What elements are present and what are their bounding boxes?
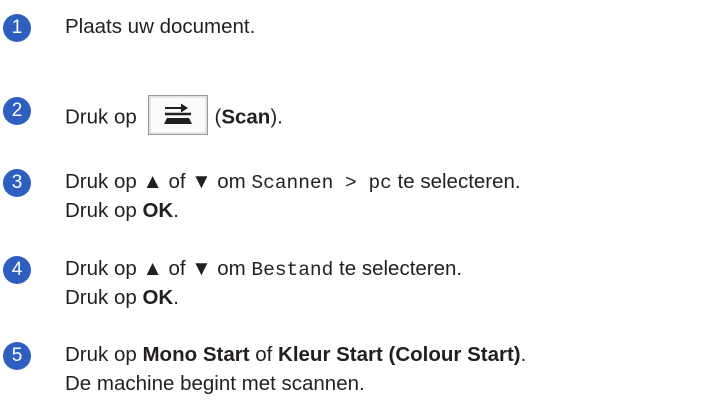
step-number: 1 bbox=[11, 17, 23, 38]
step-number-badge: 1 bbox=[3, 14, 31, 42]
step-number: 5 bbox=[11, 345, 23, 366]
step-text: Druk op ▲ of ▼ om Bestand te selecteren. bbox=[65, 257, 463, 281]
step-text-line2: De machine begint met scannen. bbox=[65, 372, 365, 395]
step-text: Druk op (Scan). bbox=[65, 95, 283, 138]
step-text: Druk op ▲ of ▼ om Scannen > pc te select… bbox=[65, 170, 521, 194]
colour-start-key-name: Kleur Start (Colour Start) bbox=[278, 343, 521, 366]
ok-key-name: OK bbox=[142, 286, 174, 309]
step-number-badge: 3 bbox=[3, 169, 31, 197]
step-text-pre: Druk op bbox=[65, 105, 137, 129]
step-text-line2: Druk op OK. bbox=[65, 286, 179, 309]
scan-key-icon bbox=[148, 95, 209, 135]
step-number: 4 bbox=[11, 259, 23, 280]
scan-key-name: Scan bbox=[221, 105, 271, 129]
step-number-badge: 2 bbox=[3, 97, 31, 125]
step-number-badge: 4 bbox=[3, 256, 31, 284]
step-text-line2: Druk op OK. bbox=[65, 199, 179, 222]
step-number-badge: 5 bbox=[3, 342, 31, 370]
menu-path: Scannen > pc bbox=[251, 172, 392, 194]
mono-start-key-name: Mono Start bbox=[142, 343, 250, 366]
ok-key-name: OK bbox=[142, 199, 174, 222]
step-number: 2 bbox=[11, 100, 23, 121]
step-text: Druk op Mono Start of Kleur Start (Colou… bbox=[65, 343, 527, 366]
menu-item: Bestand bbox=[251, 259, 334, 281]
step-number: 3 bbox=[11, 172, 23, 193]
step-text: Plaats uw document. bbox=[65, 15, 256, 38]
